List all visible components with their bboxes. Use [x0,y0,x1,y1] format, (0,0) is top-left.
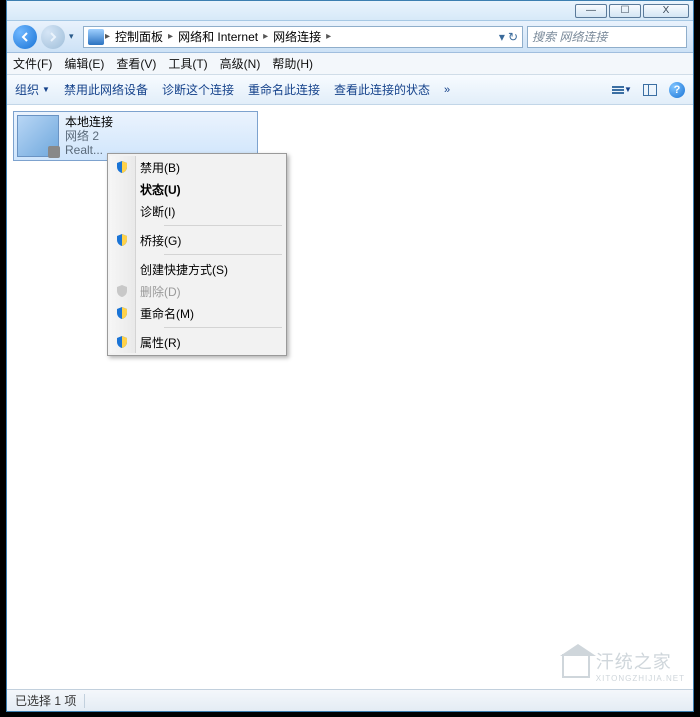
connection-name: 本地连接 [65,115,113,129]
crumb-network-internet[interactable]: 网络和 Internet [174,28,262,45]
help-button[interactable]: ? [669,82,685,98]
breadcrumb[interactable]: ▸ 控制面板 ▸ 网络和 Internet ▸ 网络连接 ▸ ▾ ↻ [83,26,523,48]
chevron-icon[interactable]: ▸ [168,31,173,42]
maximize-button[interactable]: ☐ [609,4,641,18]
shield-icon [115,233,129,247]
ctx-delete: 删除(D) [110,280,284,302]
ctx-status[interactable]: 状态(U) [110,178,284,200]
menubar: 文件(F) 编辑(E) 查看(V) 工具(T) 高级(N) 帮助(H) [7,53,693,75]
diagnose-button[interactable]: 诊断这个连接 [162,81,234,98]
menu-tools[interactable]: 工具(T) [168,55,207,72]
toolbar: 组织▼ 禁用此网络设备 诊断这个连接 重命名此连接 查看此连接的状态 » ▼ ? [7,75,693,105]
connection-network: 网络 2 [65,129,113,143]
view-mode-button[interactable]: ▼ [613,81,631,99]
view-status-button[interactable]: 查看此连接的状态 [334,81,430,98]
menu-help[interactable]: 帮助(H) [272,55,313,72]
preview-pane-button[interactable] [641,81,659,99]
chevron-icon[interactable]: ▸ [105,31,110,42]
shield-icon [115,284,129,298]
network-adapter-icon [17,115,59,157]
ctx-create-shortcut[interactable]: 创建快捷方式(S) [110,258,284,280]
menu-advanced[interactable]: 高级(N) [220,55,261,72]
connection-labels: 本地连接 网络 2 Realt... [65,115,113,157]
rename-button[interactable]: 重命名此连接 [248,81,320,98]
back-button[interactable] [13,25,37,49]
location-icon [88,29,104,45]
connection-adapter: Realt... [65,143,113,157]
address-bar: ▾ ▸ 控制面板 ▸ 网络和 Internet ▸ 网络连接 ▸ ▾ ↻ 搜索 … [7,21,693,53]
menu-view[interactable]: 查看(V) [116,55,156,72]
status-selected: 已选择 1 项 [15,692,76,709]
chevron-icon[interactable]: ▸ [263,31,268,42]
chevron-icon[interactable]: ▸ [326,31,331,42]
separator [164,327,282,328]
search-input[interactable]: 搜索 网络连接 [527,26,687,48]
context-menu: 禁用(B) 状态(U) 诊断(I) 桥接(G) 创建快捷方式(S) [107,153,287,356]
titlebar: — ☐ X [7,1,693,21]
overflow-button[interactable]: » [444,84,448,96]
shield-icon [115,306,129,320]
ctx-properties[interactable]: 属性(R) [110,331,284,353]
crumb-control-panel[interactable]: 控制面板 [111,28,167,45]
explorer-window: — ☐ X ▾ ▸ 控制面板 ▸ 网络和 Internet ▸ 网络连接 ▸ ▾… [6,0,694,712]
ctx-bridge[interactable]: 桥接(G) [110,229,284,251]
watermark-sub: XITONGZHIJIA.NET [596,674,685,683]
refresh-button[interactable]: ↻ [508,30,518,44]
ctx-disable[interactable]: 禁用(B) [110,156,284,178]
house-icon [562,654,590,678]
ctx-diagnose[interactable]: 诊断(I) [110,200,284,222]
watermark: 汗统之家 XITONGZHIJIA.NET [562,648,685,683]
shield-icon [115,160,129,174]
separator [164,254,282,255]
minimize-button[interactable]: — [575,4,607,18]
statusbar: 已选择 1 项 [7,689,693,711]
organize-button[interactable]: 组织▼ [15,81,50,98]
crumb-network-connections[interactable]: 网络连接 [269,28,325,45]
history-dropdown[interactable]: ▾ [69,31,79,42]
address-dropdown[interactable]: ▾ [499,30,505,44]
watermark-title: 汗统之家 [596,652,672,672]
disable-device-button[interactable]: 禁用此网络设备 [64,81,148,98]
menu-file[interactable]: 文件(F) [13,55,52,72]
separator [164,225,282,226]
search-placeholder: 搜索 网络连接 [532,28,607,45]
shield-icon [115,335,129,349]
menu-edit[interactable]: 编辑(E) [64,55,104,72]
forward-button[interactable] [41,25,65,49]
close-button[interactable]: X [643,4,689,18]
ctx-rename[interactable]: 重命名(M) [110,302,284,324]
